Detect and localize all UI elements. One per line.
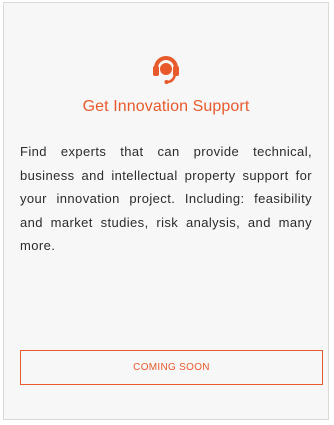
coming-soon-button[interactable]: COMING SOON — [20, 350, 323, 385]
card-title: Get Innovation Support — [82, 98, 250, 115]
card-description: Find experts that can provide technical,… — [20, 144, 312, 253]
innovation-support-card: Get Innovation Support Find experts that… — [3, 2, 329, 420]
headset-icon — [4, 51, 328, 85]
